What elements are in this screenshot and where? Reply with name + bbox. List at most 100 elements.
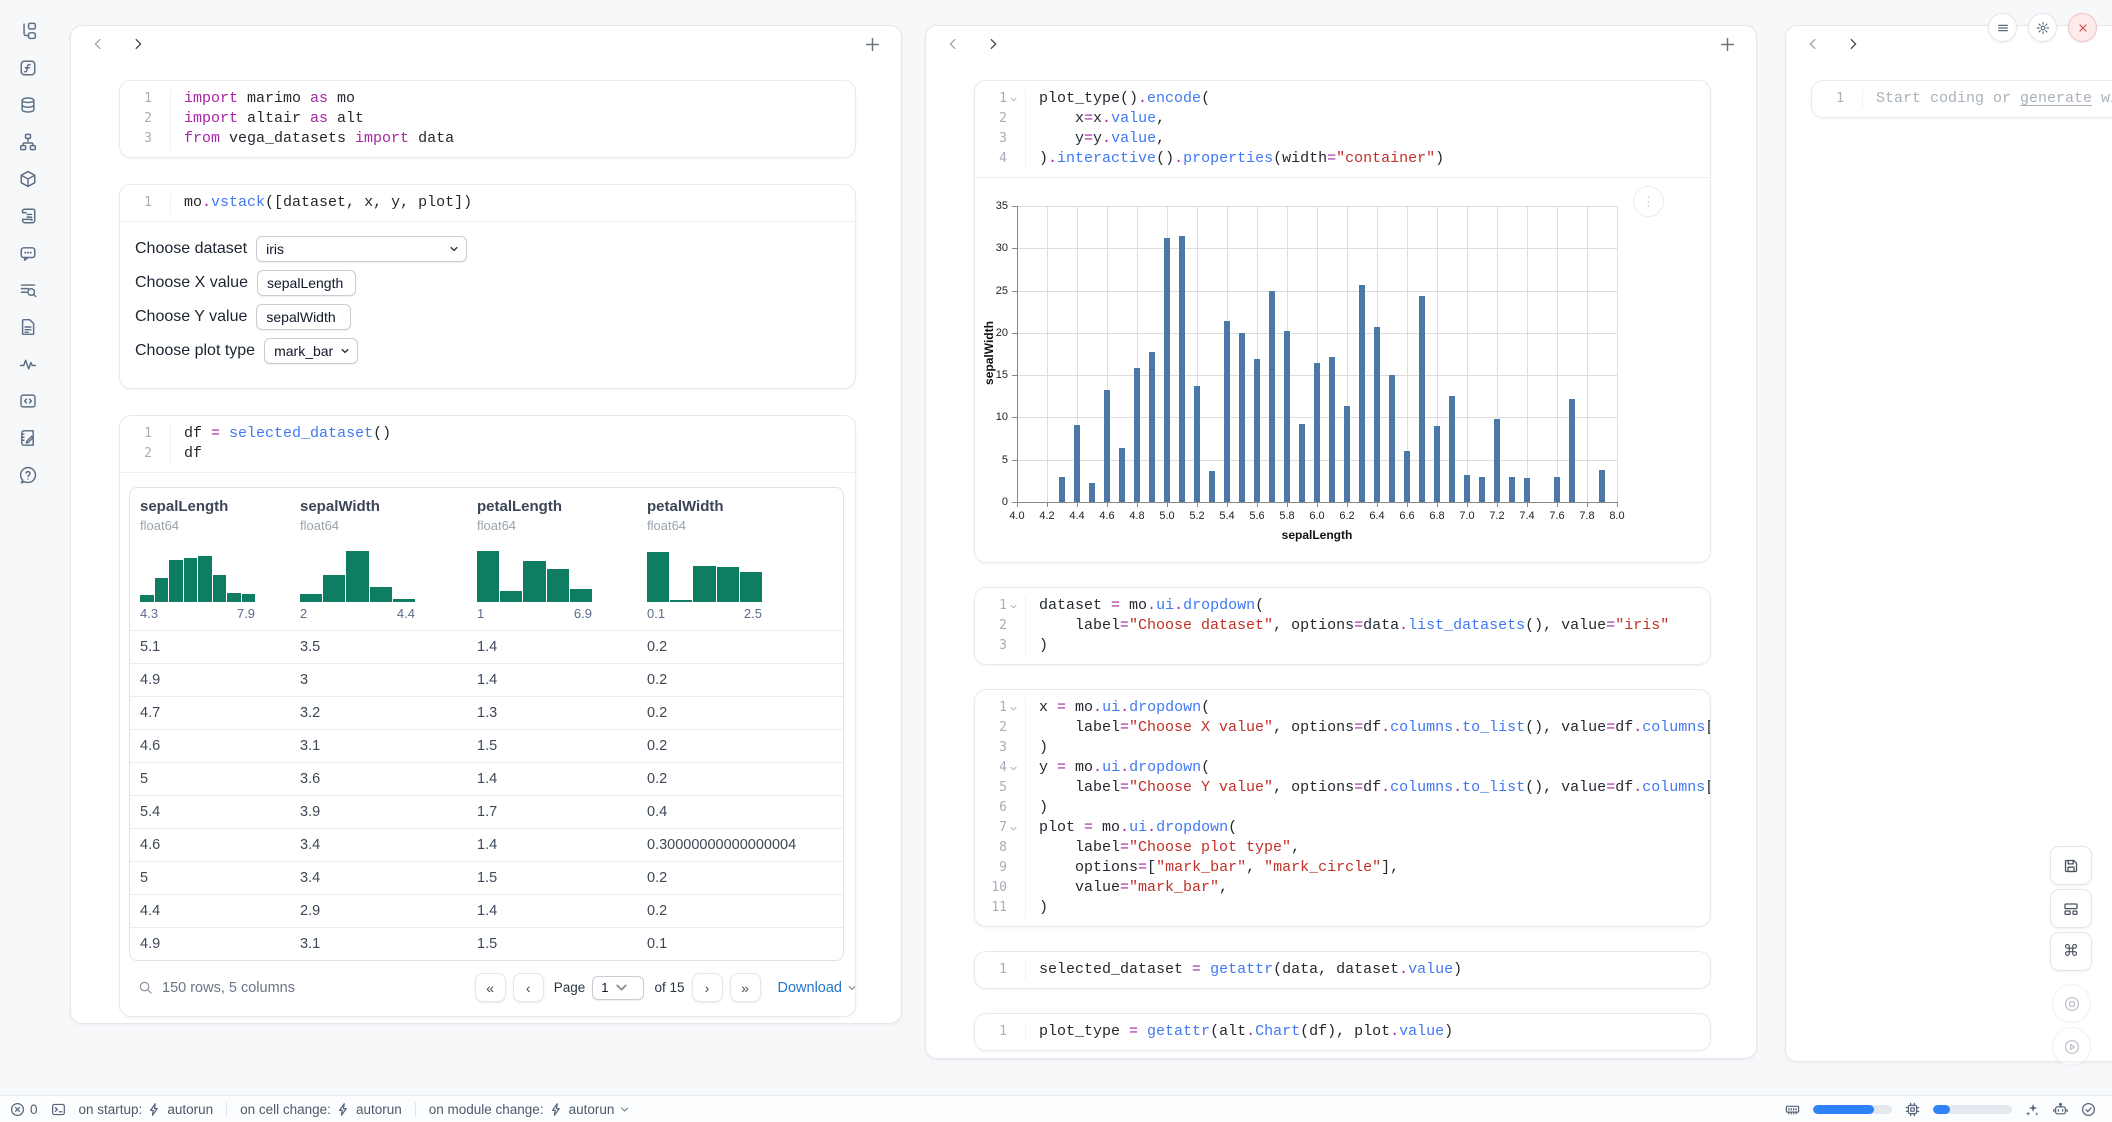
chart-bar: [1224, 321, 1230, 502]
code-token: import: [184, 90, 238, 107]
notebook-column-1: 1import marimo as mo2import altair as al…: [70, 25, 902, 1024]
documentation-icon[interactable]: [19, 318, 37, 336]
code-token: .: [1399, 617, 1408, 634]
cell-editor[interactable]: 1df = selected_dataset()2df: [120, 416, 855, 472]
cell-editor[interactable]: 1plot_type().encode(2 x=x.value,3 y=y.va…: [975, 81, 1710, 177]
errors-indicator[interactable]: 0: [10, 1102, 38, 1117]
pagination-first-button[interactable]: «: [475, 973, 506, 1002]
add-column-icon[interactable]: [1719, 36, 1736, 53]
cell-editor[interactable]: 1selected_dataset = getattr(data, datase…: [975, 952, 1710, 988]
download-button[interactable]: Download: [778, 980, 857, 996]
choose-x-value-select[interactable]: sepalLength: [257, 270, 356, 296]
code-token: "Choose dataset": [1129, 617, 1273, 634]
menu-icon: [1996, 21, 2010, 35]
scratchpad-icon[interactable]: [19, 207, 37, 225]
help-icon[interactable]: [19, 466, 37, 484]
choose-y-value-select[interactable]: sepalWidth: [256, 304, 351, 330]
cell-editor[interactable]: 1Start coding or generate with AI: [1812, 81, 2112, 117]
autorun-setting-value: autorun: [356, 1102, 402, 1117]
close-button[interactable]: [2068, 13, 2097, 42]
x-tick: [1377, 502, 1378, 507]
add-column-icon[interactable]: [864, 36, 881, 53]
dependency-graph-icon[interactable]: [19, 133, 37, 151]
pagination-next-button[interactable]: ›: [692, 973, 723, 1002]
save-button[interactable]: [2050, 846, 2092, 885]
gear-button[interactable]: [2028, 13, 2057, 42]
command-icon: ⌘: [2063, 944, 2079, 960]
page-select[interactable]: 1: [592, 976, 644, 1000]
code-token: label: [1039, 839, 1120, 856]
cell-editor[interactable]: 1import marimo as mo2import altair as al…: [120, 81, 855, 157]
choose-plot-type-select[interactable]: mark_bar: [264, 338, 358, 364]
x-tick-label: 5.2: [1182, 510, 1212, 522]
fold-icon[interactable]: [1009, 93, 1021, 105]
fold-icon[interactable]: [1009, 702, 1021, 714]
line-number: 2: [120, 444, 171, 464]
functions-icon[interactable]: [19, 59, 37, 77]
datasources-icon[interactable]: [19, 96, 37, 114]
code-token: label: [1039, 719, 1120, 736]
table-cell: 4.7: [130, 697, 290, 730]
autorun-setting[interactable]: on module change:autorun: [429, 1102, 631, 1117]
logs-icon[interactable]: [19, 281, 37, 299]
chart-bar: [1104, 390, 1110, 502]
chevron-right-icon[interactable]: [1846, 37, 1860, 51]
code-token: (): [1156, 150, 1174, 167]
tracing-icon[interactable]: [19, 355, 37, 373]
notebook-icon[interactable]: [19, 429, 37, 447]
x-tick-label: 6.4: [1362, 510, 1392, 522]
packages-icon[interactable]: [19, 170, 37, 188]
y-tick: [1012, 291, 1017, 292]
menu-button[interactable]: [1988, 13, 2017, 42]
stop-button[interactable]: [2052, 984, 2091, 1023]
fold-icon[interactable]: [1009, 600, 1021, 612]
pagination-prev-button[interactable]: ‹: [513, 973, 544, 1002]
pagination-last-button[interactable]: »: [730, 973, 761, 1002]
autorun-setting[interactable]: on startup:autorun: [79, 1102, 214, 1117]
autorun-setting[interactable]: on cell change:autorun: [240, 1102, 402, 1117]
code-token: =: [1120, 779, 1129, 796]
fold-icon[interactable]: [1009, 822, 1021, 834]
terminal-icon[interactable]: [51, 1102, 66, 1117]
cell-editor[interactable]: 1dataset = mo.ui.dropdown(2 label="Choos…: [975, 588, 1710, 664]
placeholder-segment: with AI: [2092, 90, 2112, 107]
code-line: 7plot = mo.ui.dropdown(: [975, 818, 1710, 838]
cell-editor[interactable]: 1mo.vstack([dataset, x, y, plot]): [120, 185, 855, 221]
chevron-right-icon[interactable]: [131, 37, 145, 51]
layout-button[interactable]: [2050, 889, 2092, 928]
choose-dataset-select[interactable]: iris: [256, 236, 467, 262]
table-cell: 0.4: [637, 796, 844, 829]
robot-icon[interactable]: [2053, 1102, 2068, 1117]
code-token: ([dataset, x, y, plot]): [265, 194, 472, 211]
fold-spacer: [154, 93, 166, 105]
run-button[interactable]: [2052, 1027, 2091, 1066]
window-actions: [1988, 13, 2097, 42]
chevron-left-icon[interactable]: [1806, 37, 1820, 51]
line-number: 1: [1812, 89, 1863, 109]
keyboard-shortcuts-button[interactable]: ⌘: [2050, 932, 2092, 971]
x-tick: [1137, 502, 1138, 507]
altair-chart[interactable]: 4.04.24.44.64.85.05.25.45.65.86.06.26.46…: [989, 190, 1639, 552]
chart-menu-button[interactable]: ⋮: [1633, 186, 1664, 217]
table-cell: 1.4: [467, 829, 637, 862]
generate-with-ai-link[interactable]: generate: [2020, 90, 2092, 107]
code-text: ): [1026, 898, 1048, 918]
search-icon[interactable]: [138, 980, 153, 995]
chat-icon[interactable]: [19, 244, 37, 262]
range-min: 4.3: [140, 606, 158, 622]
table-cell: 0.2: [637, 895, 844, 928]
sparkles-icon[interactable]: [2025, 1102, 2040, 1117]
file-explorer-icon[interactable]: [19, 22, 37, 40]
cell-editor[interactable]: 1plot_type = getattr(alt.Chart(df), plot…: [975, 1014, 1710, 1050]
snippets-icon[interactable]: [19, 392, 37, 410]
line-number-text: 1: [144, 89, 152, 109]
pagination: «‹Page1of 15›»Download: [475, 973, 856, 1002]
x-tick-label: 8.0: [1602, 510, 1632, 522]
cell-editor[interactable]: 1x = mo.ui.dropdown(2 label="Choose X va…: [975, 690, 1710, 926]
check-circle-icon[interactable]: [2081, 1102, 2096, 1117]
chevron-left-icon[interactable]: [946, 37, 960, 51]
code-token: .: [1453, 779, 1462, 796]
chevron-left-icon[interactable]: [91, 37, 105, 51]
fold-icon[interactable]: [1009, 762, 1021, 774]
chevron-right-icon[interactable]: [986, 37, 1000, 51]
